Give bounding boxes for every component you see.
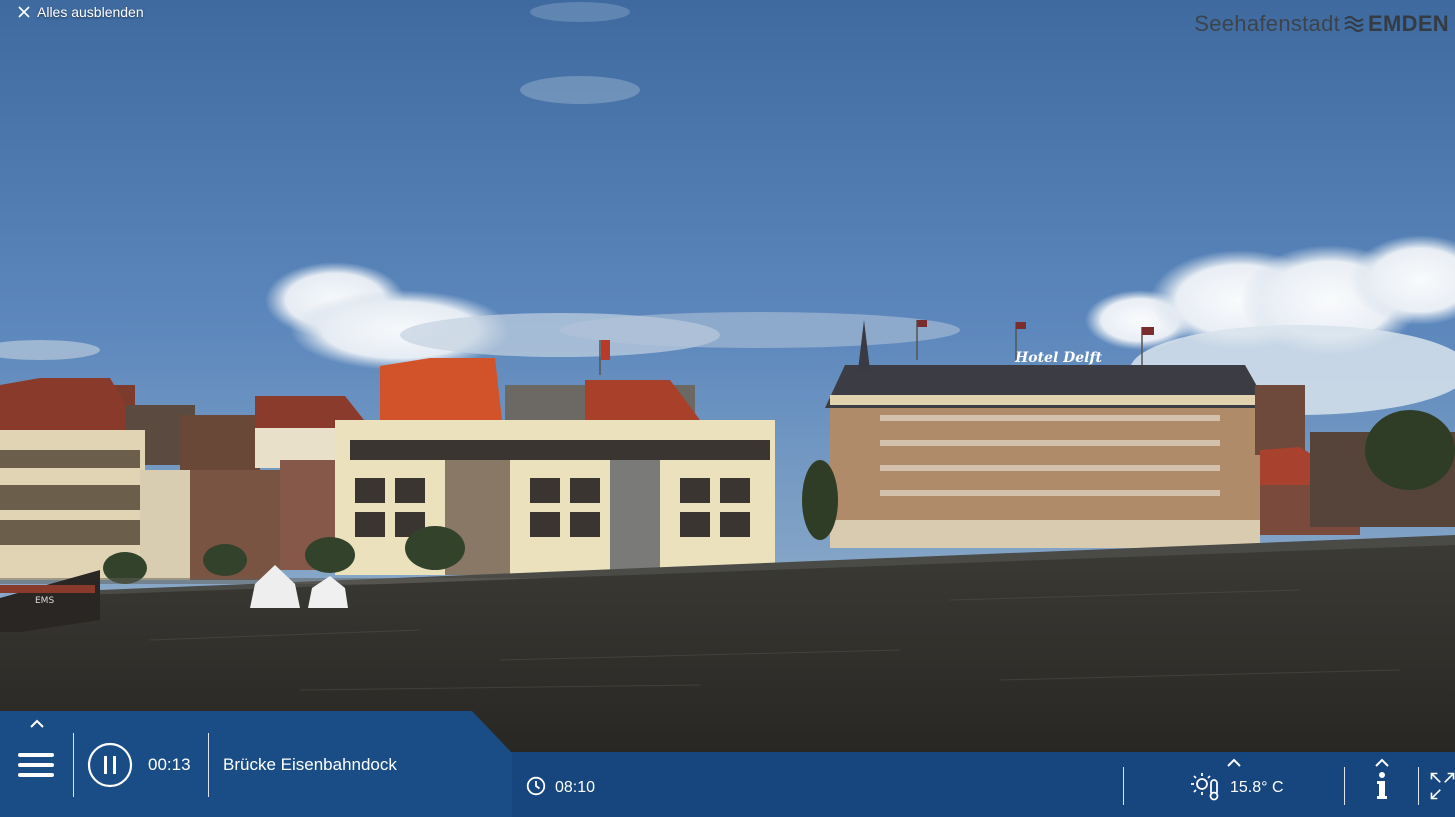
info-button[interactable] <box>1368 770 1396 802</box>
info-icon <box>1377 772 1387 799</box>
divider <box>1123 767 1124 805</box>
menu-icon <box>18 753 54 777</box>
divider <box>1344 767 1345 805</box>
menu-button[interactable] <box>14 745 58 785</box>
webcam-view: Hotel Delft EMS Alles ausblenden Seehafe… <box>0 0 1455 817</box>
weather-button[interactable] <box>1190 770 1224 802</box>
pause-button[interactable] <box>86 742 134 788</box>
chevron-up-icon[interactable] <box>1374 758 1390 768</box>
chevron-up-icon[interactable] <box>29 719 45 729</box>
hotel-sign: Hotel Delft <box>1014 350 1103 366</box>
close-icon <box>18 6 30 18</box>
hide-all-button[interactable]: Alles ausblenden <box>18 2 144 22</box>
chevron-up-icon[interactable] <box>1226 758 1242 768</box>
pause-icon <box>87 742 133 788</box>
divider <box>73 733 74 797</box>
fullscreen-icon <box>1430 772 1455 800</box>
divider <box>1418 767 1419 805</box>
brand-logo: Seehafenstadt EMDEN <box>1194 10 1449 38</box>
boat-name: EMS <box>35 596 54 606</box>
divider <box>208 733 209 797</box>
elapsed-time: 00:13 <box>148 755 191 774</box>
webcam-image: Hotel Delft EMS <box>0 0 1455 817</box>
brand-text: Seehafenstadt <box>1194 11 1341 36</box>
hide-all-label: Alles ausblenden <box>37 4 144 20</box>
clock-icon <box>526 776 546 796</box>
fullscreen-button[interactable] <box>1430 766 1455 806</box>
clock-time: 08:10 <box>555 779 596 796</box>
brand-name: EMDEN <box>1368 11 1449 36</box>
temperature: 15.8° C <box>1230 779 1284 796</box>
weather-icon <box>1191 773 1219 801</box>
camera-name: Brücke Eisenbahndock <box>223 755 397 774</box>
wave-logo-icon <box>1344 16 1364 32</box>
